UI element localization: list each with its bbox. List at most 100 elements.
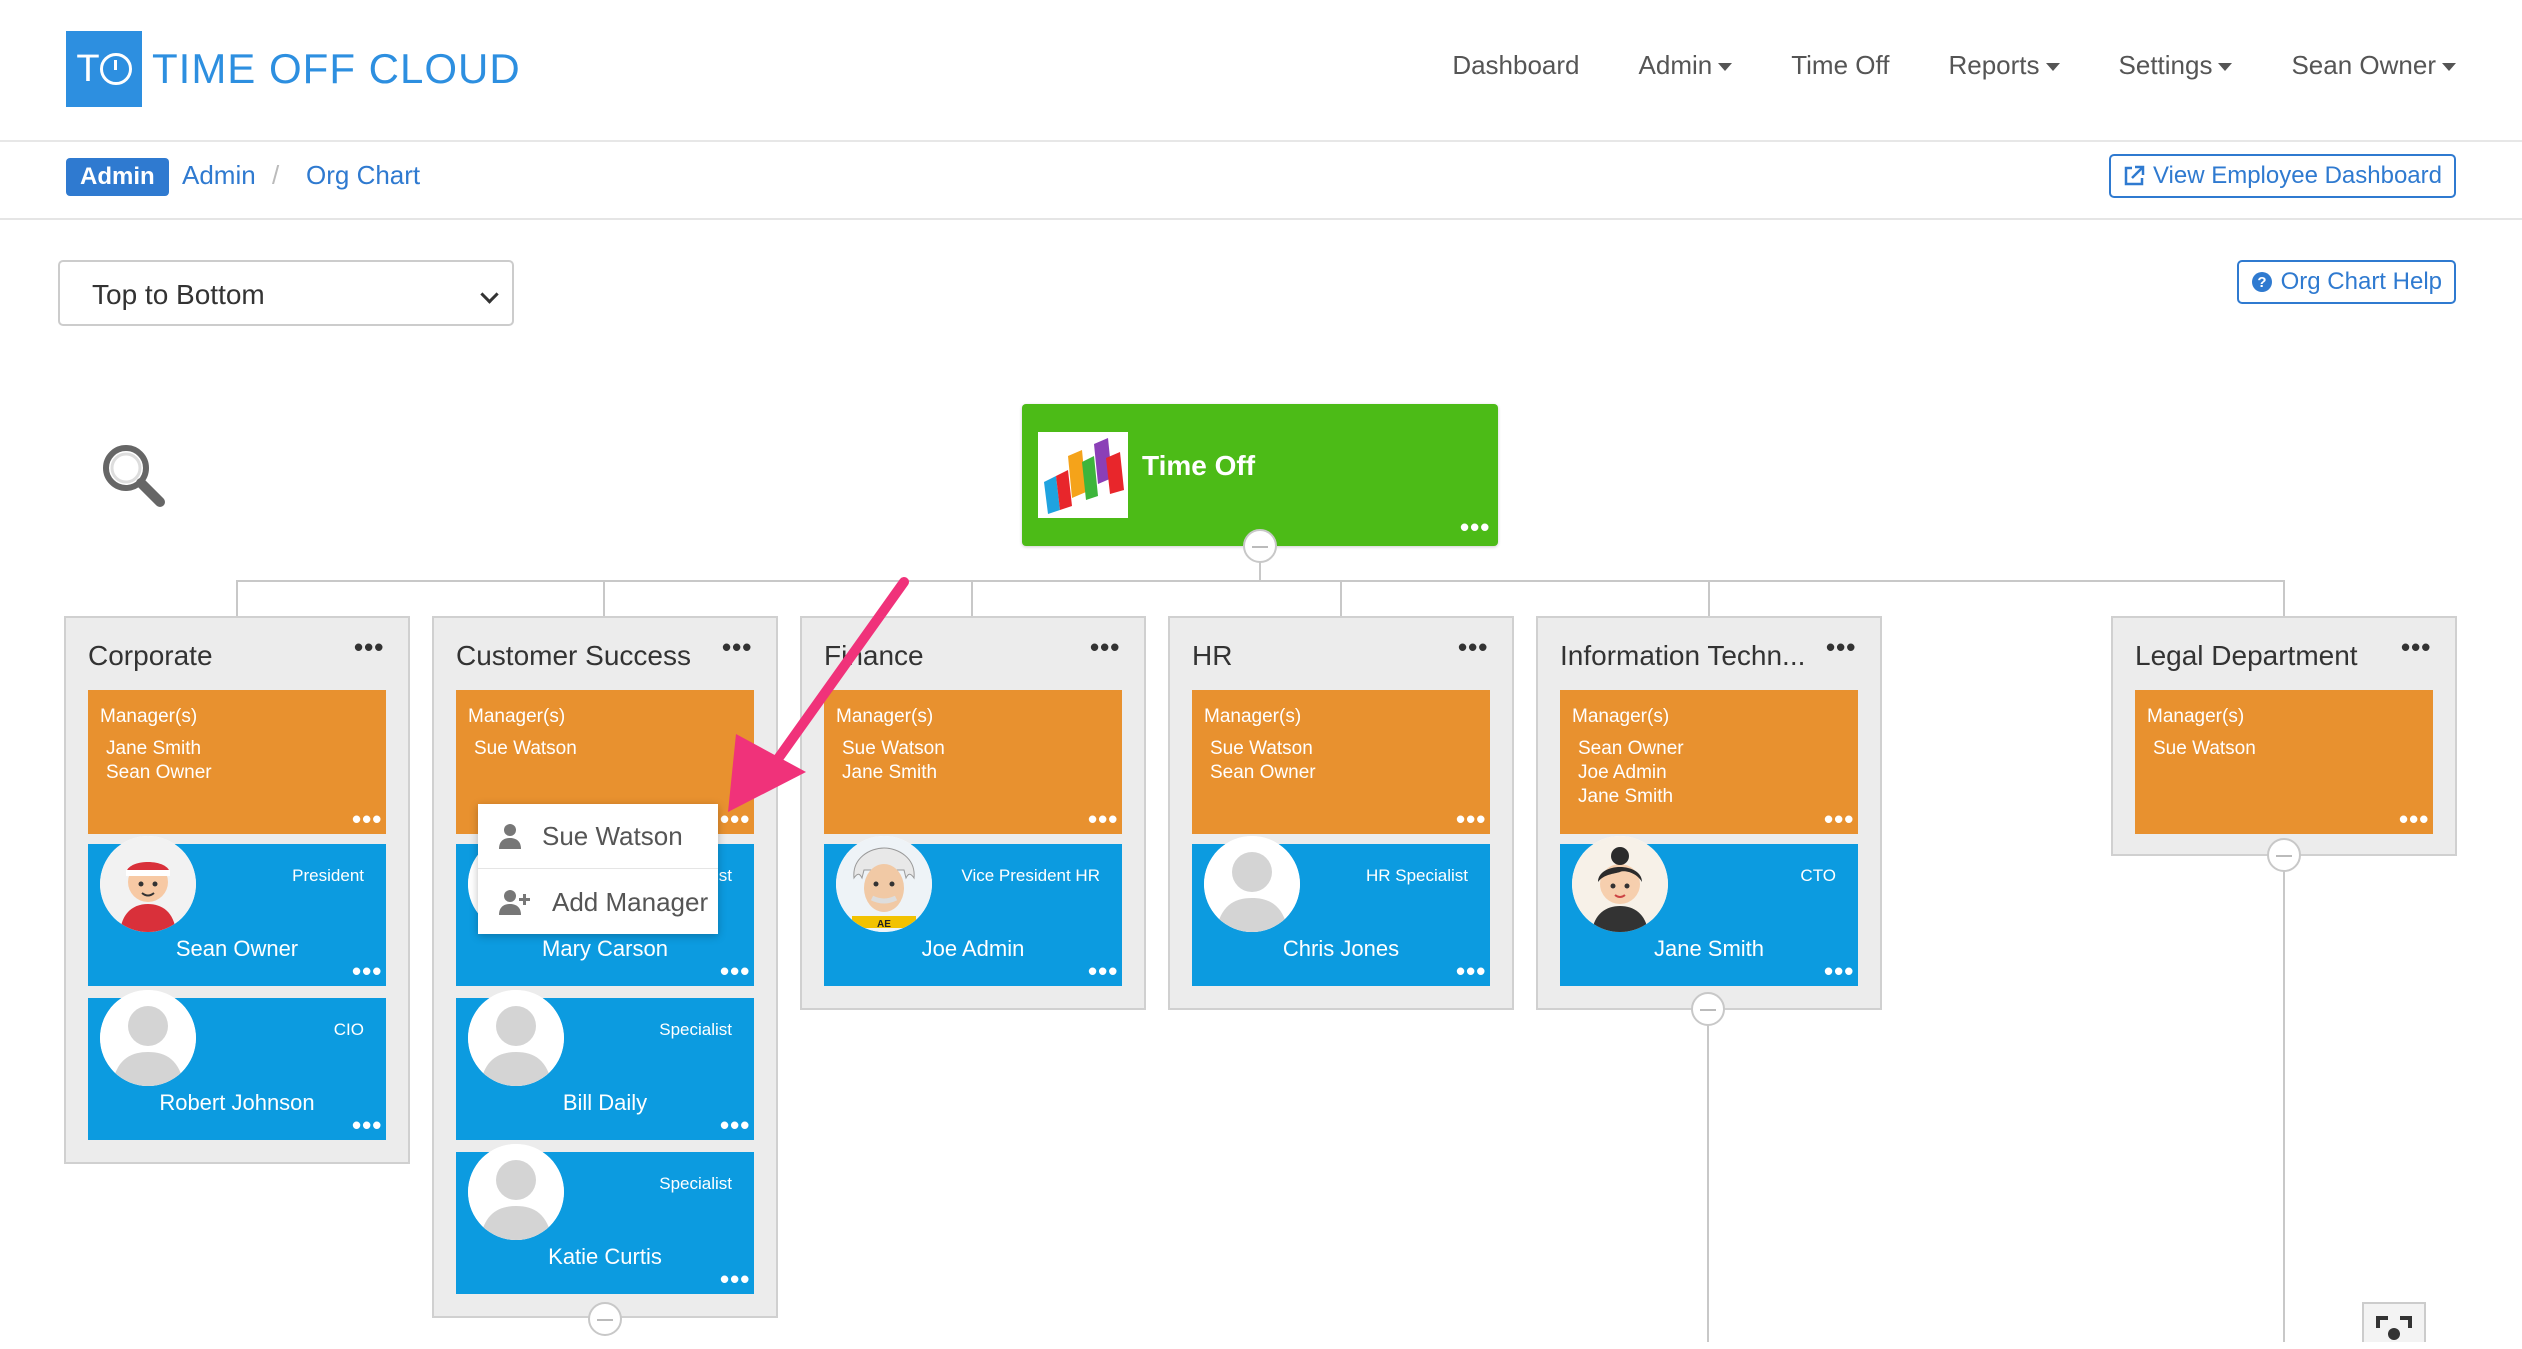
- collapse-toggle[interactable]: [588, 1302, 622, 1336]
- logo-mark: T: [66, 31, 142, 107]
- more-options-icon[interactable]: •••: [2401, 634, 2431, 660]
- department-name: Corporate: [88, 640, 213, 671]
- more-options-icon[interactable]: •••: [1088, 958, 1118, 984]
- department-card[interactable]: Customer Success ••• Manager(s) Sue Wats…: [432, 616, 778, 1318]
- more-options-icon[interactable]: •••: [1456, 806, 1486, 832]
- root-node[interactable]: Time Off •••: [1022, 404, 1498, 546]
- more-options-icon[interactable]: •••: [720, 1112, 750, 1138]
- breadcrumb-admin[interactable]: Admin: [182, 160, 256, 191]
- more-options-icon[interactable]: •••: [1458, 634, 1488, 660]
- caret-down-icon: [2218, 63, 2233, 72]
- department-name: Information Techn...: [1560, 640, 1806, 671]
- collapse-toggle[interactable]: [2267, 838, 2301, 872]
- fullscreen-icon: [2376, 1316, 2412, 1340]
- more-options-icon[interactable]: •••: [1824, 806, 1854, 832]
- question-circle-icon: ?: [2251, 272, 2272, 292]
- department-name: Legal Department: [2135, 640, 2358, 671]
- view-employee-dashboard-button[interactable]: View Employee Dashboard: [2108, 154, 2456, 198]
- app-logo[interactable]: T TIME OFF CLOUD: [66, 31, 521, 107]
- user-plus-icon: [499, 890, 530, 915]
- employee-card[interactable]: President Sean Owner •••: [88, 836, 386, 986]
- nav-dashboard[interactable]: Dashboard: [1452, 50, 1579, 81]
- avatar: [100, 990, 196, 1086]
- employee-name: Robert Johnson: [159, 1090, 315, 1115]
- employee-card[interactable]: Specialist Bill Daily •••: [456, 990, 754, 1140]
- department-name: Customer Success: [456, 640, 691, 671]
- nav-admin[interactable]: Admin: [1639, 50, 1733, 81]
- more-options-icon[interactable]: •••: [352, 1112, 382, 1138]
- employee-card[interactable]: Specialist Katie Curtis •••: [456, 1144, 754, 1294]
- avatar: [468, 1144, 564, 1240]
- more-options-icon[interactable]: •••: [1826, 634, 1856, 660]
- more-options-icon[interactable]: •••: [720, 806, 750, 832]
- section-badge: Admin: [66, 158, 169, 196]
- manager-name: Jane Smith: [842, 762, 938, 783]
- manager-name: Joe Admin: [1578, 762, 1667, 783]
- managers-label: Manager(s): [2147, 706, 2245, 727]
- manager-name: Sean Owner: [1578, 738, 1684, 759]
- employee-name: Jane Smith: [1653, 936, 1765, 961]
- employee-card[interactable]: AE Vice President HR Joe Admin •••: [824, 836, 1122, 986]
- org-chart-help-button[interactable]: ? Org Chart Help: [2236, 260, 2456, 304]
- more-options-icon[interactable]: •••: [1456, 958, 1486, 984]
- nav-time-off[interactable]: Time Off: [1791, 50, 1889, 81]
- department-card[interactable]: Finance ••• Manager(s) Sue Watson Jane S…: [800, 616, 1146, 1010]
- more-options-icon[interactable]: •••: [352, 806, 382, 832]
- breadcrumb-org-chart[interactable]: Org Chart: [306, 160, 420, 191]
- company-logo: [1038, 432, 1128, 518]
- search-icon[interactable]: [98, 440, 168, 510]
- manager-popup-menu: Sue Watson Add Manager: [478, 804, 718, 934]
- caret-down-icon: [2442, 63, 2456, 72]
- managers-card[interactable]: Manager(s) Jane Smith Sean Owner •••: [88, 690, 386, 834]
- department-card[interactable]: Legal Department ••• Manager(s) Sue Wats…: [2111, 616, 2457, 856]
- connector-line: [236, 580, 2284, 582]
- employee-card[interactable]: CTO Jane Smith •••: [1560, 836, 1858, 986]
- nav-reports[interactable]: Reports: [1948, 50, 2060, 81]
- more-options-icon[interactable]: •••: [1088, 806, 1118, 832]
- managers-label: Manager(s): [100, 706, 198, 727]
- caret-down-icon: [1718, 63, 1733, 72]
- collapse-toggle[interactable]: [1691, 992, 1725, 1026]
- popup-item-sue-watson[interactable]: Sue Watson: [478, 804, 718, 869]
- main-menu: Dashboard Admin Time Off Reports Setting…: [1393, 50, 2456, 81]
- more-options-icon[interactable]: •••: [352, 958, 382, 984]
- more-options-icon[interactable]: •••: [1460, 514, 1490, 540]
- breadcrumb-bar: Admin Admin / Org Chart View Employee Da…: [0, 142, 2522, 220]
- employee-card[interactable]: HR Specialist Chris Jones •••: [1192, 836, 1490, 986]
- more-options-icon[interactable]: •••: [722, 634, 752, 660]
- more-options-icon[interactable]: •••: [2399, 806, 2429, 832]
- breadcrumb-separator: /: [272, 160, 280, 190]
- popup-item-label: Add Manager: [552, 886, 709, 917]
- nav-settings[interactable]: Settings: [2119, 50, 2233, 81]
- more-options-icon[interactable]: •••: [720, 1266, 750, 1292]
- more-options-icon[interactable]: •••: [720, 958, 750, 984]
- orientation-value: Top to Bottom: [92, 279, 265, 310]
- popup-item-add-manager[interactable]: Add Manager: [478, 870, 718, 934]
- more-options-icon[interactable]: •••: [1824, 958, 1854, 984]
- employee-name: Sean Owner: [175, 936, 299, 961]
- more-options-icon[interactable]: •••: [1090, 634, 1120, 660]
- connector-line: [603, 580, 605, 616]
- employee-card[interactable]: CIO Robert Johnson •••: [88, 990, 386, 1140]
- managers-card[interactable]: Manager(s) Sean Owner Joe Admin Jane Smi…: [1560, 690, 1858, 834]
- connector-line: [2283, 855, 2285, 1342]
- managers-card[interactable]: Manager(s) Sue Watson Sean Owner •••: [1192, 690, 1490, 834]
- department-card[interactable]: HR ••• Manager(s) Sue Watson Sean Owner …: [1168, 616, 1514, 1010]
- fullscreen-button[interactable]: [2362, 1302, 2426, 1342]
- collapse-toggle[interactable]: [1243, 529, 1277, 563]
- managers-card[interactable]: Manager(s) Sue Watson •••: [2135, 690, 2433, 834]
- nav-user-menu[interactable]: Sean Owner: [2291, 50, 2456, 81]
- svg-text:?: ?: [2257, 274, 2266, 291]
- managers-label: Manager(s): [1204, 706, 1302, 727]
- department-name: Finance: [824, 640, 924, 671]
- more-options-icon[interactable]: •••: [354, 634, 384, 660]
- manager-name: Sue Watson: [842, 738, 945, 759]
- popup-item-label: Sue Watson: [542, 820, 683, 851]
- department-name: HR: [1192, 640, 1233, 671]
- orientation-select[interactable]: Top to Bottom: [58, 260, 514, 326]
- department-card[interactable]: Corporate ••• Manager(s) Jane Smith Sean…: [64, 616, 410, 1164]
- managers-label: Manager(s): [468, 706, 566, 727]
- department-card[interactable]: Information Techn... ••• Manager(s) Sean…: [1536, 616, 1882, 1010]
- avatar: [468, 990, 564, 1086]
- managers-card[interactable]: Manager(s) Sue Watson Jane Smith •••: [824, 690, 1122, 834]
